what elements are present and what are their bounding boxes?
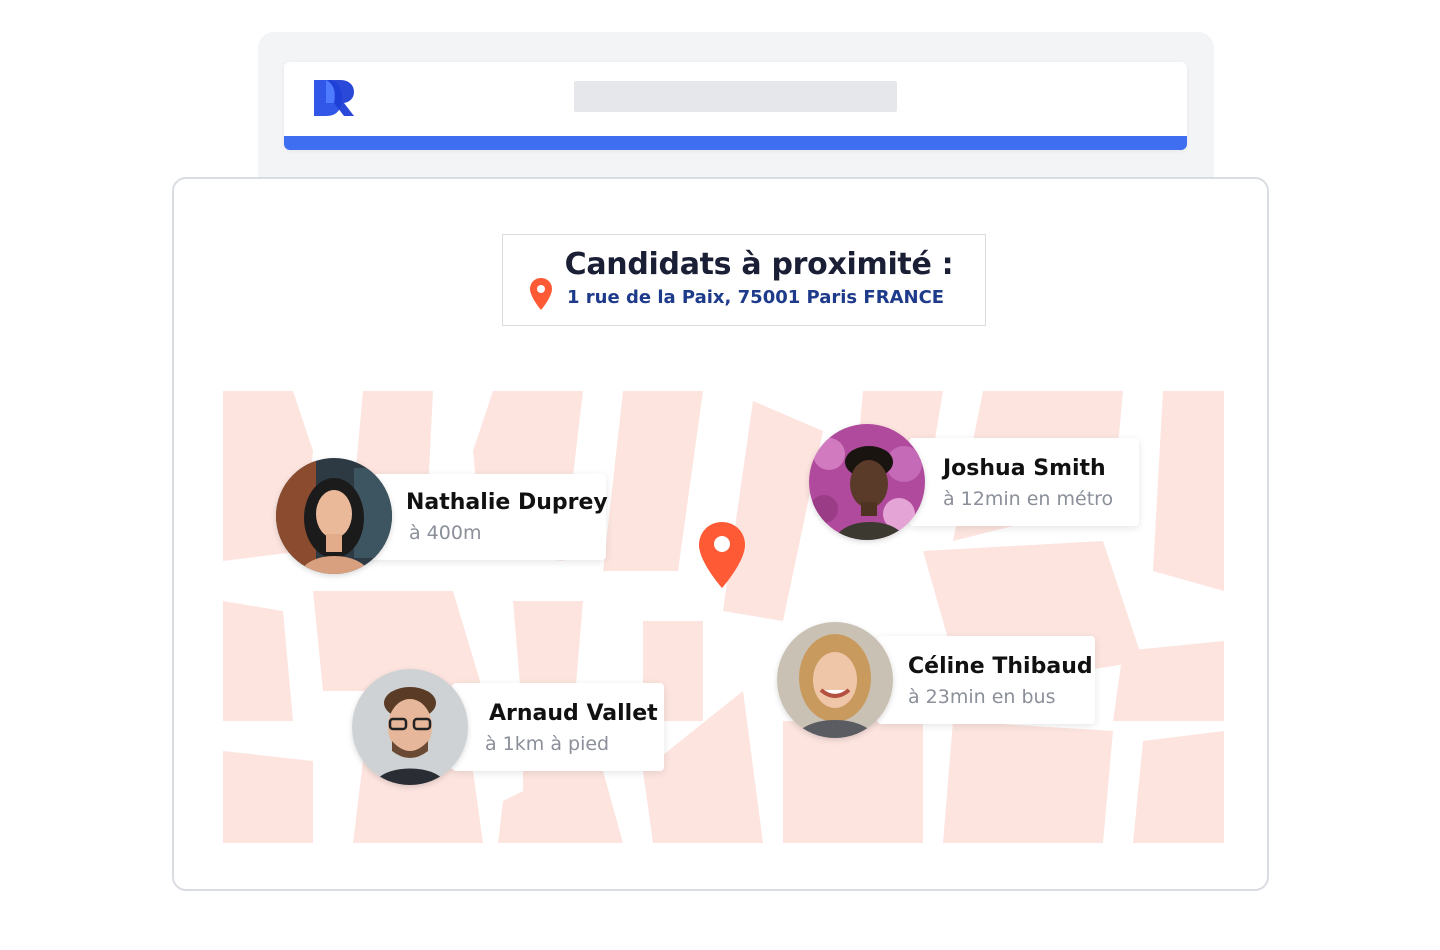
candidate-distance: à 23min en bus: [908, 686, 1056, 708]
candidate-distance: à 12min en métro: [943, 488, 1114, 510]
candidate-name: Joshua Smith: [943, 456, 1106, 481]
location-panel: Candidats à proximité : 1 rue de la Paix…: [502, 234, 986, 326]
avatar: [777, 622, 893, 738]
center-location-pin-icon: [699, 522, 745, 588]
search-bar[interactable]: [574, 81, 897, 112]
candidate-info: [909, 438, 1139, 526]
location-address: 1 rue de la Paix, 75001 Paris FRANCE: [567, 287, 945, 308]
candidate-info: [366, 474, 606, 560]
header-accent-bar: [284, 136, 1187, 150]
candidate-name: Céline Thibaud: [908, 654, 1093, 679]
candidate-info: [877, 636, 1095, 724]
candidate-info: [452, 683, 664, 771]
avatar: [809, 424, 925, 540]
location-title: Candidats à proximité :: [564, 247, 954, 282]
candidate-distance: à 1km à pied: [485, 733, 610, 755]
avatar: [352, 669, 468, 785]
candidate-name: Nathalie Duprey: [406, 490, 608, 515]
app-header: [284, 62, 1187, 150]
candidate-distance: à 400m: [409, 522, 482, 544]
avatar: [276, 458, 392, 574]
illustration: Candidats à proximité : 1 rue de la Paix…: [0, 0, 1440, 950]
map-pin-icon: [530, 278, 552, 310]
dr-logo-icon[interactable]: [312, 78, 356, 118]
candidate-name: Arnaud Vallet: [489, 701, 658, 726]
